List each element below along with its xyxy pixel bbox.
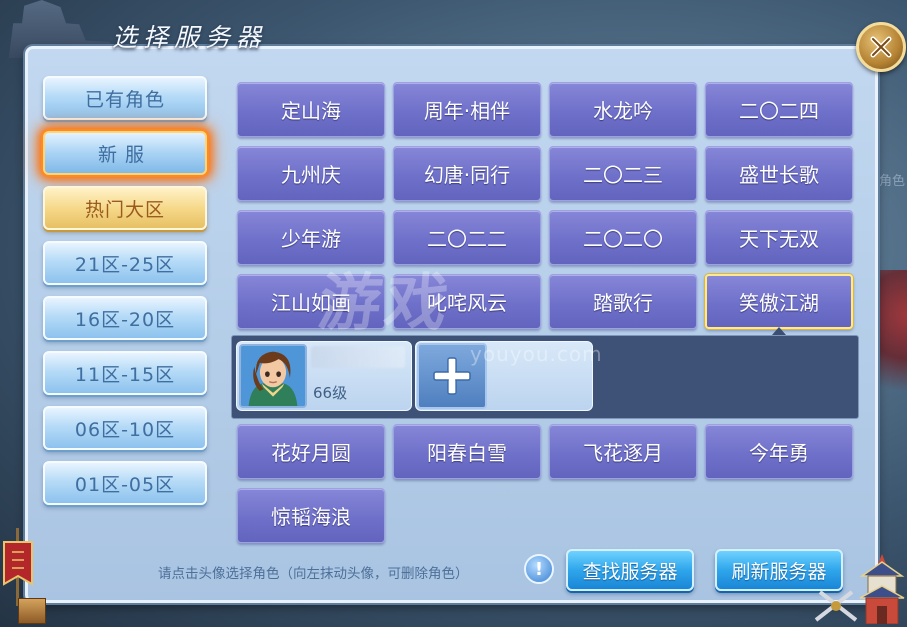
refresh-server-button[interactable]: 刷新服务器 <box>715 549 843 591</box>
add-character-button[interactable] <box>417 343 487 409</box>
server-button[interactable]: 阳春白雪 <box>393 424 541 479</box>
flag-decoration-icon <box>3 528 33 606</box>
server-button[interactable]: 天下无双 <box>705 210 853 265</box>
server-button[interactable]: 九州庆 <box>237 146 385 201</box>
tab-existing-characters[interactable]: 已有角色 <box>43 76 207 120</box>
server-button[interactable]: 幻唐·同行 <box>393 146 541 201</box>
server-button-selected[interactable]: 笑傲江湖 <box>705 274 853 329</box>
tab-hot-regions[interactable]: 热门大区 <box>43 186 207 230</box>
server-button[interactable]: 今年勇 <box>705 424 853 479</box>
server-button[interactable]: 二〇二〇 <box>549 210 697 265</box>
character-name <box>311 346 405 368</box>
tab-new-servers[interactable]: 新服 <box>43 131 207 175</box>
server-button[interactable]: 二〇二二 <box>393 210 541 265</box>
character-level: 66级 <box>313 384 348 402</box>
server-button[interactable]: 惊韬海浪 <box>237 488 385 543</box>
server-button[interactable]: 飞花逐月 <box>549 424 697 479</box>
server-button[interactable]: 叱咤风云 <box>393 274 541 329</box>
tab-region-11-15[interactable]: 11区-15区 <box>43 351 207 395</box>
server-button[interactable]: 江山如画 <box>237 274 385 329</box>
hint-text: 请点击头像选择角色（向左抹动头像，可删除角色） <box>158 566 469 582</box>
server-button[interactable]: 定山海 <box>237 82 385 137</box>
selected-server-pointer <box>772 327 786 335</box>
pagoda-decoration-icon <box>859 554 905 624</box>
server-button[interactable]: 水龙吟 <box>549 82 697 137</box>
tab-region-06-10[interactable]: 06区-10区 <box>43 406 207 450</box>
background-red-decoration <box>877 270 907 420</box>
swords-decoration-icon <box>814 590 858 622</box>
server-button[interactable]: 周年·相伴 <box>393 82 541 137</box>
avatar[interactable] <box>239 344 307 408</box>
server-button[interactable]: 少年游 <box>237 210 385 265</box>
find-server-button[interactable]: 查找服务器 <box>566 549 694 591</box>
background-side-text: 角色 <box>878 174 905 189</box>
plus-icon <box>433 357 471 395</box>
crate-decoration-icon <box>18 598 46 624</box>
tab-region-01-05[interactable]: 01区-05区 <box>43 461 207 505</box>
server-button[interactable]: 盛世长歌 <box>705 146 853 201</box>
tab-region-16-20[interactable]: 16区-20区 <box>43 296 207 340</box>
tab-region-21-25[interactable]: 21区-25区 <box>43 241 207 285</box>
close-icon <box>870 36 892 58</box>
info-icon[interactable]: ! <box>524 554 554 584</box>
close-button[interactable] <box>856 22 906 72</box>
server-button[interactable]: 二〇二三 <box>549 146 697 201</box>
server-button[interactable]: 踏歌行 <box>549 274 697 329</box>
server-button[interactable]: 花好月圆 <box>237 424 385 479</box>
dialog-title: 选择服务器 <box>112 23 268 52</box>
server-button[interactable]: 二〇二四 <box>705 82 853 137</box>
character-portrait-icon <box>241 346 305 406</box>
